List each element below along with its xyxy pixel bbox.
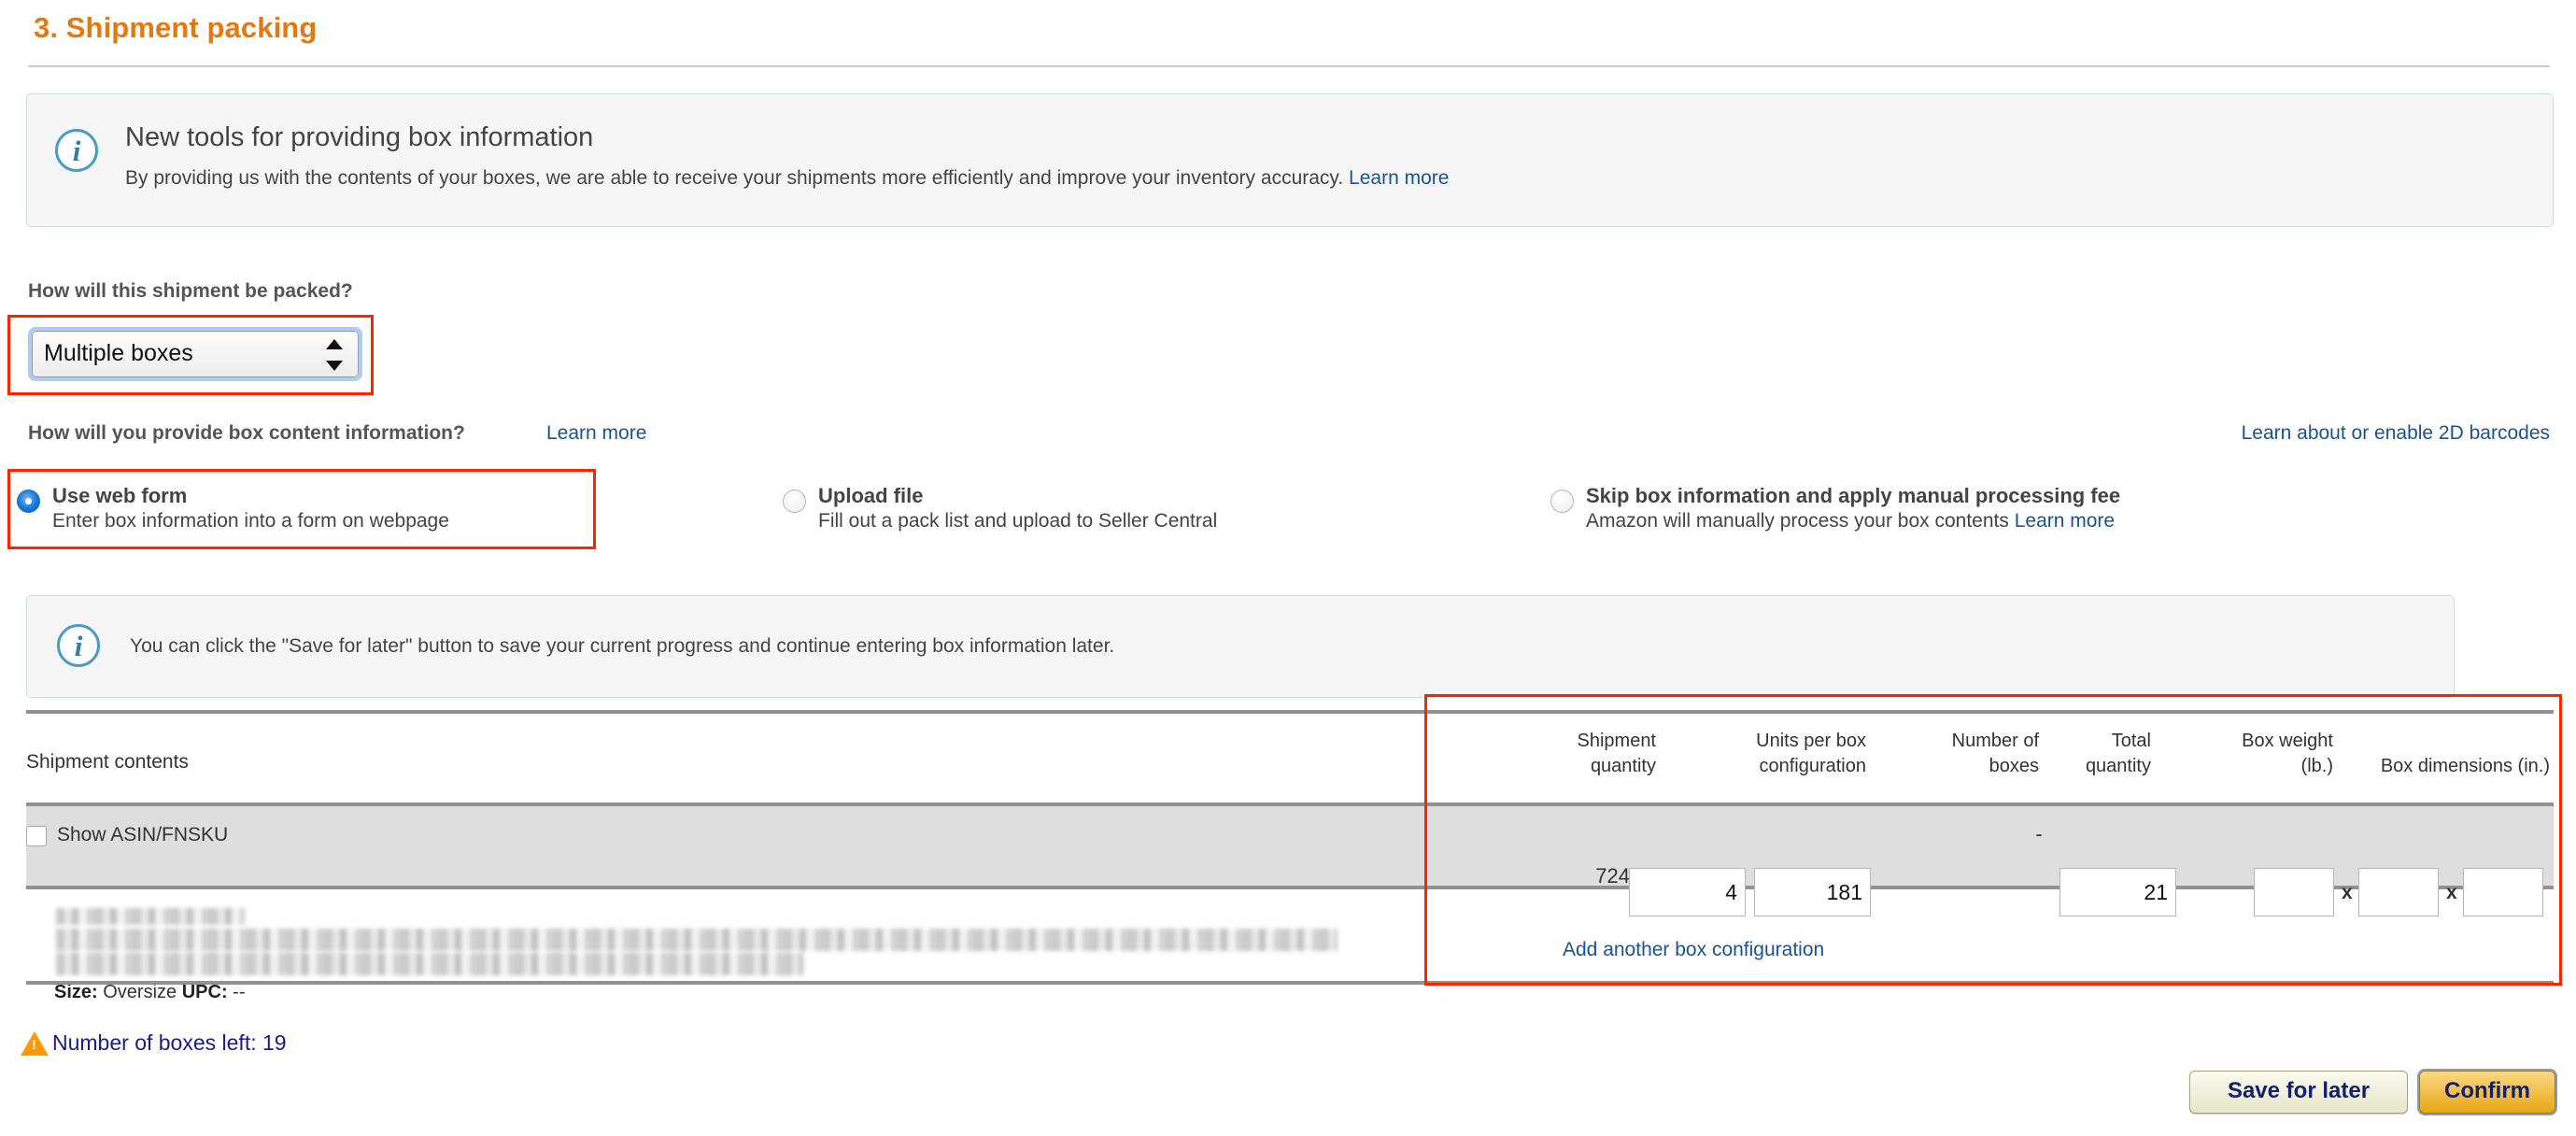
packing-question-label: How will this shipment be packed?	[28, 280, 353, 303]
radio-button-skip-box-info[interactable]	[1550, 490, 1574, 513]
radio-title-skip-box-info: Skip box information and apply manual pr…	[1586, 484, 2120, 508]
upc-value: --	[233, 982, 245, 1002]
radio-subtitle-skip-box-info: Amazon will manually process your box co…	[1586, 510, 2115, 532]
product-size-upc: Size: Oversize UPC: --	[54, 982, 246, 1003]
group-placeholder-dash: -	[2002, 822, 2076, 846]
input-box-dimension-length[interactable]	[2254, 868, 2334, 916]
radio-subtitle-skip-text: Amazon will manually process your box co…	[1586, 510, 2009, 532]
info-callout-heading: New tools for providing box information	[125, 122, 593, 153]
radio-subtitle-use-web-form: Enter box information into a form on web…	[52, 510, 449, 532]
input-box-dimension-height[interactable]	[2463, 868, 2543, 916]
show-asin-fnsku-checkbox[interactable]	[26, 826, 47, 846]
show-asin-fnsku-label: Show ASIN/FNSKU	[57, 824, 228, 846]
save-for-later-button[interactable]: Save for later	[2189, 1071, 2408, 1114]
chevron-updown-icon	[326, 339, 343, 371]
radio-button-upload-file[interactable]	[783, 490, 806, 513]
radio-title-upload-file: Upload file	[818, 484, 923, 508]
info-callout-body-text: By providing us with the contents of you…	[125, 167, 1343, 189]
product-description-redacted-line-1	[56, 929, 1338, 951]
info-learn-more-link[interactable]: Learn more	[1349, 167, 1449, 189]
info-callout-body: By providing us with the contents of you…	[125, 167, 1449, 190]
dimension-separator-2: x	[2446, 882, 2457, 904]
size-label: Size:	[54, 982, 98, 1002]
boxes-left-status: Number of boxes left: 19	[52, 1030, 287, 1056]
upc-label: UPC:	[182, 982, 228, 1002]
table-rule-bottom	[26, 981, 2554, 985]
page-title: 3. Shipment packing	[34, 11, 317, 45]
info-callout-save-for-later: i You can click the "Save for later" but…	[26, 595, 2455, 698]
enable-2d-barcodes-link[interactable]: Learn about or enable 2D barcodes	[2242, 422, 2550, 445]
add-another-box-configuration-link[interactable]: Add another box configuration	[1563, 939, 1824, 961]
column-header-shipment-quantity: Shipment quantity	[1497, 729, 1656, 779]
info-icon: i	[57, 624, 100, 667]
radio-title-use-web-form: Use web form	[52, 484, 187, 508]
product-description-redacted-line-2	[56, 953, 803, 975]
column-header-total-quantity: Total quantity	[1964, 729, 2151, 779]
info-icon: i	[55, 129, 98, 172]
size-value: Oversize	[103, 982, 177, 1002]
input-number-of-boxes[interactable]	[1754, 868, 1871, 916]
annotation-box-radio	[7, 469, 596, 549]
input-box-dimension-width[interactable]	[2358, 868, 2439, 916]
info-callout-new-tools: i New tools for providing box informatio…	[26, 93, 2554, 227]
shipment-packing-page: 3. Shipment packing i New tools for prov…	[0, 0, 2576, 1136]
box-content-question-label: How will you provide box content informa…	[28, 422, 465, 445]
table-rule-top	[26, 710, 2554, 714]
title-divider	[28, 65, 2550, 67]
info-callout-save-text: You can click the "Save for later" butto…	[130, 635, 1114, 658]
cell-shipment-quantity: 724	[1471, 864, 1630, 888]
radio-button-use-web-form[interactable]	[17, 490, 40, 513]
dimension-separator-1: x	[2342, 882, 2353, 904]
confirm-button[interactable]: Confirm	[2419, 1071, 2555, 1114]
select-selected-value: Multiple boxes	[44, 340, 193, 367]
product-title-redacted	[56, 908, 245, 925]
column-header-box-dimensions: Box dimensions (in.)	[2286, 754, 2550, 779]
select-inner[interactable]: Multiple boxes	[32, 331, 359, 377]
radio-subtitle-upload-file: Fill out a pack list and upload to Selle…	[818, 510, 1217, 532]
box-content-learn-more-link[interactable]: Learn more	[546, 422, 646, 445]
column-header-units-per-box: Units per box configuration	[1679, 729, 1866, 779]
skip-box-info-learn-more-link[interactable]: Learn more	[2015, 510, 2115, 532]
input-box-weight[interactable]	[2059, 868, 2176, 916]
warning-triangle-icon	[21, 1031, 49, 1056]
input-units-per-box[interactable]	[1629, 868, 1746, 916]
shipment-contents-label: Shipment contents	[26, 751, 189, 774]
packing-type-select[interactable]: Multiple boxes	[28, 327, 362, 381]
